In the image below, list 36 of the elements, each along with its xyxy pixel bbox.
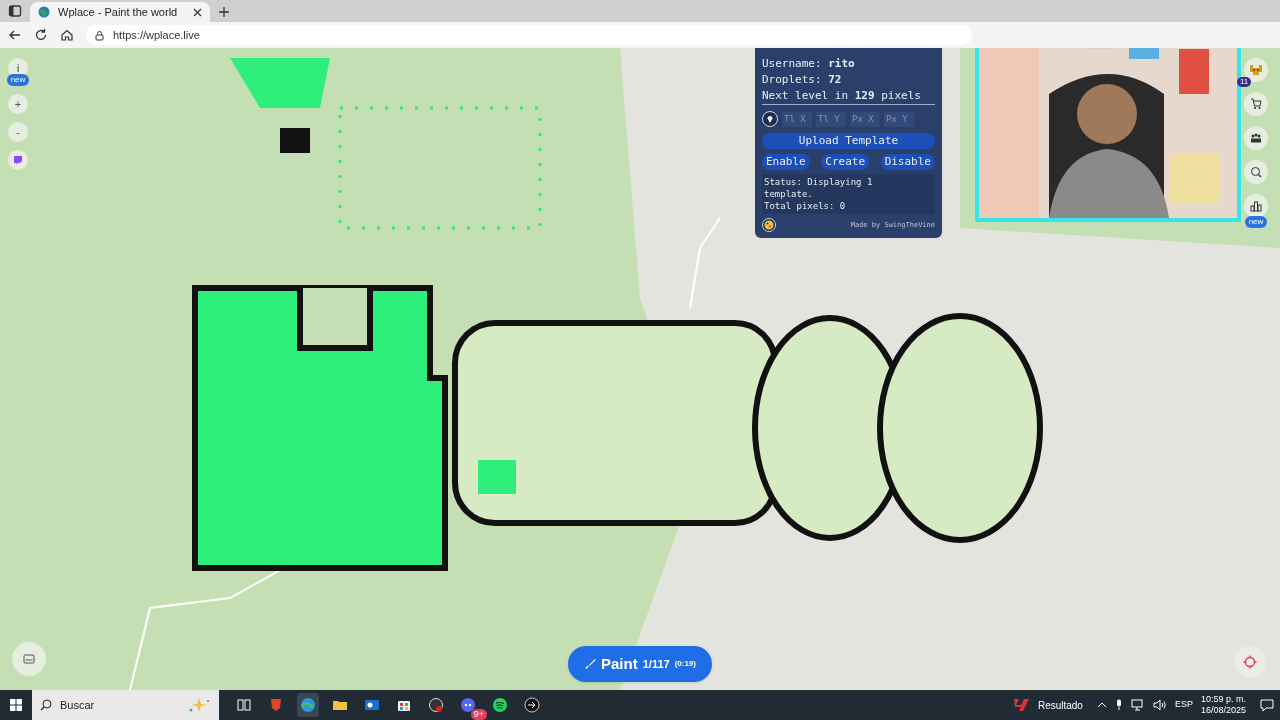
microphone-icon[interactable]: [1114, 699, 1123, 711]
globe-icon: [38, 6, 50, 18]
chat-app-icon: [460, 697, 476, 713]
volume-icon[interactable]: [1152, 699, 1167, 711]
back-icon[interactable]: [8, 28, 22, 42]
sparkle-icon: [187, 697, 211, 713]
clock-date[interactable]: 16/08/2025: [1200, 705, 1246, 716]
tab-actions-icon[interactable]: [8, 4, 22, 18]
clock-time[interactable]: 10:59 p. m.: [1200, 694, 1246, 705]
language-indicator[interactable]: ESP: [1174, 698, 1193, 712]
address-bar[interactable]: https://wplace.live: [86, 25, 972, 45]
new-tab-icon[interactable]: [218, 6, 230, 18]
search-icon: [40, 699, 52, 711]
browser-tab[interactable]: Wplace - Paint the world: [30, 2, 210, 22]
browser-app-button[interactable]: [297, 693, 319, 717]
search-field[interactable]: Buscar: [60, 696, 179, 714]
recorder-app-icon: [428, 697, 444, 713]
close-icon[interactable]: [193, 7, 202, 17]
arrow-app-icon: [524, 697, 540, 713]
windows-icon: [10, 699, 22, 711]
browser-app-icon: [300, 697, 316, 713]
notifications-icon[interactable]: [1260, 698, 1274, 712]
home-icon[interactable]: [60, 28, 74, 42]
lock-icon: [94, 29, 105, 41]
notification-badge: 9+: [470, 709, 487, 720]
url-text: https://wplace.live: [113, 27, 200, 43]
logo-icon: [1011, 698, 1030, 712]
chevron-up-icon[interactable]: [1096, 701, 1107, 709]
taskbar-search-bar[interactable]: Buscar: [32, 690, 219, 720]
reload-icon[interactable]: [34, 28, 48, 42]
tab-title: Wplace - Paint the world: [58, 4, 179, 20]
mail-app-icon: [364, 697, 380, 713]
shield-app-icon: [268, 697, 284, 713]
music-app-icon: [492, 697, 508, 713]
widget-text: Resultado: [1037, 698, 1083, 713]
task-view-icon: [236, 697, 252, 713]
